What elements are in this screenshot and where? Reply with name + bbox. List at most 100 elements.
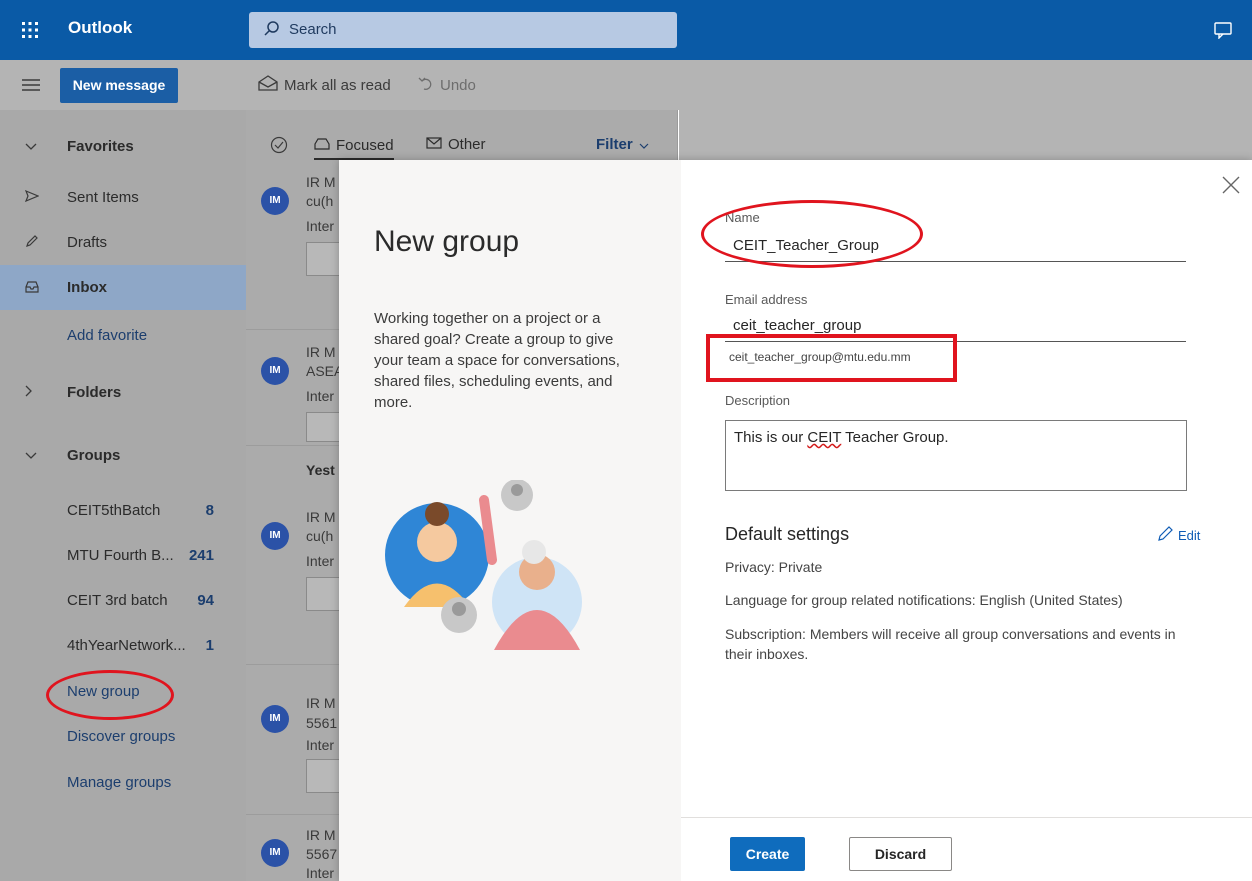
chevron-down-icon bbox=[25, 138, 37, 154]
sender: IR M bbox=[306, 827, 336, 843]
sidebar-item-group[interactable]: CEIT 3rd batch 94 bbox=[0, 580, 246, 620]
sidebar-item-label: Drafts bbox=[67, 233, 108, 251]
default-settings-title: Default settings bbox=[725, 524, 850, 544]
send-icon bbox=[24, 189, 40, 205]
tab-other[interactable]: Other bbox=[426, 136, 486, 153]
mark-all-read-button[interactable]: Mark all as read bbox=[258, 75, 391, 95]
sidebar-item-group[interactable]: MTU Fourth B... 241 bbox=[0, 535, 246, 575]
group-label: 4thYearNetwork... bbox=[67, 636, 186, 654]
manage-groups-label: Manage groups bbox=[67, 773, 172, 791]
date-header: Yest bbox=[306, 462, 335, 478]
subject: 5561 bbox=[306, 715, 338, 731]
add-favorite-link[interactable]: Add favorite bbox=[0, 315, 246, 355]
add-favorite-label: Add favorite bbox=[67, 326, 148, 344]
description-field[interactable]: This is our CEIT Teacher Group. bbox=[725, 420, 1187, 491]
pencil-icon bbox=[25, 234, 39, 251]
chat-icon[interactable] bbox=[1214, 21, 1232, 40]
hamburger-menu-icon[interactable] bbox=[22, 76, 40, 97]
search-input[interactable]: Search bbox=[249, 12, 677, 48]
sender: IR M bbox=[306, 509, 336, 525]
group-label: CEIT 3rd batch bbox=[67, 591, 168, 609]
sidebar-item-inbox[interactable]: Inbox bbox=[0, 265, 246, 310]
unread-count: 8 bbox=[205, 501, 214, 519]
avatar: IM bbox=[261, 522, 289, 550]
discard-button[interactable]: Discard bbox=[849, 837, 952, 871]
command-bar: New message Mark all as read Undo bbox=[0, 60, 1252, 110]
subject: ASEA bbox=[306, 363, 344, 379]
top-bar: Outlook Search bbox=[0, 0, 1252, 60]
dialog-description: Working together on a project or a share… bbox=[374, 310, 620, 411]
undo-icon bbox=[418, 75, 434, 95]
discover-groups-link[interactable]: Discover groups bbox=[0, 716, 246, 756]
group-label: MTU Fourth B... bbox=[67, 546, 174, 564]
preview: Inter bbox=[306, 737, 335, 753]
attachment-icon[interactable] bbox=[306, 242, 340, 276]
name-field[interactable] bbox=[725, 230, 1186, 262]
new-group-label: New group bbox=[67, 682, 140, 700]
edit-settings-button[interactable]: Edit bbox=[1157, 526, 1200, 545]
filter-label: Filter bbox=[596, 136, 633, 153]
reading-pane-header bbox=[679, 110, 1252, 160]
attachment-icon[interactable] bbox=[306, 412, 340, 442]
sidebar-favorites[interactable]: Favorites bbox=[0, 126, 246, 166]
filter-button[interactable]: Filter bbox=[596, 136, 649, 153]
subject: cu(h bbox=[306, 528, 334, 544]
avatar: IM bbox=[261, 357, 289, 385]
unread-count: 1 bbox=[205, 636, 214, 654]
manage-groups-link[interactable]: Manage groups bbox=[0, 762, 246, 802]
unread-count: 241 bbox=[188, 546, 214, 564]
sender: IR M bbox=[306, 344, 336, 360]
sidebar-groups[interactable]: Groups bbox=[0, 435, 246, 475]
attachment-icon[interactable] bbox=[306, 759, 340, 793]
avatar: IM bbox=[261, 705, 289, 733]
description-label: Description bbox=[725, 393, 791, 408]
name-label: Name bbox=[725, 210, 760, 225]
sidebar-item-sent-items[interactable]: Sent Items bbox=[0, 177, 246, 217]
new-group-dialog: New group Working together on a project … bbox=[339, 160, 1252, 881]
tab-focused-label: Focused bbox=[336, 136, 394, 154]
tab-focused[interactable]: Focused bbox=[314, 136, 394, 160]
sidebar-folders[interactable]: Folders bbox=[0, 372, 246, 412]
sidebar-item-label: Sent Items bbox=[67, 188, 139, 206]
close-icon[interactable] bbox=[1218, 172, 1244, 198]
sidebar-favorites-label: Favorites bbox=[67, 137, 134, 155]
sidebar-item-drafts[interactable]: Drafts bbox=[0, 222, 246, 262]
description-text: This is our bbox=[734, 429, 808, 446]
undo-label: Undo bbox=[440, 76, 476, 94]
envelope-open-icon bbox=[258, 75, 278, 95]
dialog-title: New group bbox=[374, 225, 520, 258]
avatar: IM bbox=[261, 839, 289, 867]
dialog-form: Name Email address ceit_teacher_group@mt… bbox=[681, 160, 1252, 881]
undo-button[interactable]: Undo bbox=[418, 75, 476, 95]
preview: Inter bbox=[306, 218, 335, 234]
focused-icon bbox=[314, 136, 330, 154]
sidebar-item-group[interactable]: CEIT5thBatch 8 bbox=[0, 490, 246, 530]
select-all-icon[interactable] bbox=[270, 136, 288, 159]
avatar: IM bbox=[261, 187, 289, 215]
new-message-button[interactable]: New message bbox=[60, 68, 178, 103]
folder-pane: Favorites Sent Items Drafts Inbox Add fa… bbox=[0, 110, 246, 881]
preview: Inter bbox=[306, 388, 335, 404]
sidebar-groups-label: Groups bbox=[67, 446, 121, 464]
sidebar-folders-label: Folders bbox=[67, 383, 122, 401]
attachment-icon[interactable] bbox=[306, 577, 340, 611]
sender: IR M bbox=[306, 174, 336, 190]
email-field[interactable] bbox=[725, 310, 1186, 342]
app-launcher-icon[interactable] bbox=[20, 20, 40, 40]
search-placeholder: Search bbox=[289, 21, 337, 38]
sidebar-item-label: Inbox bbox=[67, 279, 107, 296]
email-preview: ceit_teacher_group@mtu.edu.mm bbox=[729, 350, 911, 364]
language-setting: Language for group related notifications… bbox=[725, 592, 1123, 608]
subscription-setting: Subscription: Members will receive all g… bbox=[725, 626, 1176, 662]
other-icon bbox=[426, 136, 442, 153]
dialog-intro-panel: New group Working together on a project … bbox=[339, 160, 681, 881]
sidebar-item-group[interactable]: 4thYearNetwork... 1 bbox=[0, 625, 246, 665]
create-button[interactable]: Create bbox=[730, 837, 805, 871]
app-title[interactable]: Outlook bbox=[68, 18, 132, 38]
preview: Inter bbox=[306, 865, 335, 881]
new-group-link[interactable]: New group bbox=[0, 671, 246, 711]
email-label: Email address bbox=[725, 292, 808, 307]
group-illustration bbox=[374, 479, 604, 650]
inbox-icon bbox=[25, 280, 39, 296]
pencil-icon bbox=[1157, 526, 1173, 545]
